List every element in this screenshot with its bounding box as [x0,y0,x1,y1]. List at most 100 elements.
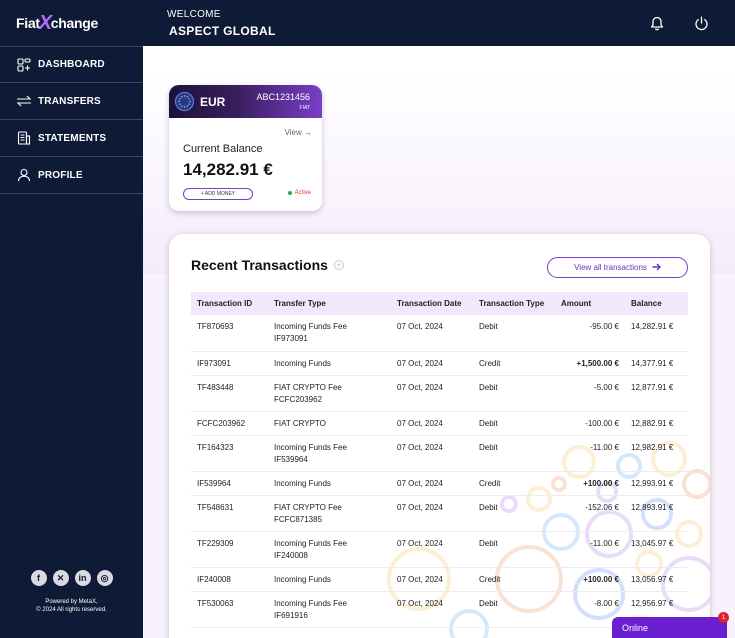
top-actions [650,16,735,31]
cell-transfer: Incoming Funds Fee IF691916 [268,591,391,627]
statements-icon [16,130,32,146]
cell-type: Debit [479,322,498,331]
cell-type: Debit [479,418,498,428]
online-chat-widget[interactable]: Online 1 [612,612,729,638]
cell-type: Debit [479,502,498,512]
col-transaction-type: Transaction Type [479,299,545,308]
nav-label: STATEMENTS [38,132,107,144]
cell-id: TF870693 [197,322,234,331]
account-card: EUR ABC1231456 FIAT View → Current Balan… [169,85,322,211]
table-row[interactable]: TF164323 Incoming Funds Fee IF539964 07 O… [191,435,688,471]
facebook-icon[interactable]: f [30,570,47,586]
table-row[interactable]: IF539964 Incoming Funds 07 Oct, 2024 Cre… [191,471,688,495]
nav-item-dashboard[interactable]: DASHBOARD [0,46,143,83]
cell-date: 07 Oct, 2024 [397,418,443,428]
col-transfer-type: Transfer Type [274,299,326,308]
view-all-transactions-button[interactable]: View all transactions [547,257,688,278]
status-dot [287,191,292,195]
footer-text: Powered by MetaX, © 2024 All rights rese… [0,598,143,614]
nav-item-transfers[interactable]: TRANSFERS [0,83,143,120]
user-name: ASPECT GLOBAL [169,23,276,38]
power-icon[interactable] [694,16,709,31]
cell-amount: -95.00 € [589,322,619,331]
cell-transfer: FIAT CRYPTO Fee FCFC871385 [268,495,391,531]
powered-by: Powered by MetaX, [45,599,98,605]
col-transaction-id: Transaction ID [197,299,253,308]
transfer-type: Incoming Funds Fee [274,442,347,452]
table-row[interactable]: IF240008 Incoming Funds 07 Oct, 2024 Cre… [191,567,688,591]
transfer-arrows-icon [16,93,32,109]
view-account-link[interactable]: View → [285,128,312,137]
transfer-type: Incoming Funds Fee [274,598,347,608]
cell-type: Debit [479,598,498,608]
balance-value: 14,282.91 € [183,160,273,179]
transfer-ref: FCFC871385 [274,514,323,524]
nav-label: DASHBOARD [38,59,105,70]
nav-item-statements[interactable]: STATEMENTS [0,120,143,157]
logo-text-right: change [50,15,99,31]
view-all-label: View all transactions [574,263,647,272]
welcome-block: WELCOME ASPECT GLOBAL [167,9,276,38]
cell-balance: 14,377.91 € [631,358,674,368]
transfer-type: FIAT CRYPTO Fee [274,502,342,512]
cell-balance: 14,282.91 € [631,322,674,331]
balance-label: Current Balance [183,143,263,155]
col-balance: Balance [631,299,662,308]
cell-balance: 12,993.91 € [631,478,674,488]
cell-transfer: Incoming Funds Fee IF240008 [268,531,391,567]
account-number: ABC1231456 [256,92,310,102]
cell-balance: 13,056.97 € [631,574,674,584]
cell-id: IF240008 [197,574,231,584]
add-money-button[interactable]: + ADD MONEY [183,188,253,200]
cell-date: 07 Oct, 2024 [397,382,443,392]
sidebar: DASHBOARD TRANSFERS STATEMENTS PROFILE f… [0,46,143,638]
table-row[interactable]: TF229309 Incoming Funds Fee IF240008 07 O… [191,531,688,567]
fiatxchange-logo[interactable]: Fiat Xchange [0,12,143,35]
transfer-ref: IF691916 [274,610,308,620]
table-row[interactable]: TF483448 FIAT CRYPTO Fee FCFC203962 07 Oc… [191,375,688,411]
cell-date: 07 Oct, 2024 [397,322,443,331]
cell-date: 07 Oct, 2024 [397,358,443,368]
info-icon[interactable]: + [333,260,344,270]
cell-date: 07 Oct, 2024 [397,442,443,452]
cell-transfer: Incoming Funds Fee IF539964 [268,435,391,471]
col-amount: Amount [561,299,592,308]
cell-balance: 12,982.91 € [631,442,674,452]
nav-item-profile[interactable]: PROFILE [0,157,143,194]
cell-transfer: Incoming Funds [268,471,391,495]
transactions-table: Transaction ID Transfer Type Transaction… [191,292,688,628]
table-row[interactable]: TF870693 Incoming Funds Fee IF973091 07 O… [191,315,688,351]
logo-text-left: Fiat [16,15,40,31]
cell-type: Debit [479,382,498,392]
dashboard-icon [16,57,32,73]
cell-transfer: Incoming Funds [268,567,391,591]
cell-id: FCFC203962 [197,418,246,428]
x-icon[interactable]: ✕ [52,570,69,586]
transfer-type: Incoming Funds Fee [274,538,347,548]
copyright: © 2024 All rights reserved. [36,607,107,613]
cell-id: TF483448 [197,382,234,392]
cell-transfer: FIAT CRYPTO [268,411,391,435]
cell-transfer: Incoming Funds [268,351,391,375]
bell-icon[interactable] [650,16,664,31]
table-row[interactable]: IF973091 Incoming Funds 07 Oct, 2024 Cre… [191,351,688,375]
cell-type: Debit [479,538,498,548]
eu-flag-icon [175,92,194,111]
transfer-ref: IF539964 [274,454,308,464]
transfer-type: FIAT CRYPTO [274,418,326,428]
cell-id: IF973091 [197,358,231,368]
cell-balance: 12,877.91 € [631,382,674,392]
table-row[interactable]: TF548631 FIAT CRYPTO Fee FCFC871385 07 Oc… [191,495,688,531]
cell-id: TF164323 [197,442,234,452]
recent-transactions-title: Recent Transactions + [191,257,344,273]
instagram-icon[interactable]: ◎ [96,570,113,586]
table-header-row: Transaction ID Transfer Type Transaction… [191,292,688,315]
table-row[interactable]: FCFC203962 FIAT CRYPTO 07 Oct, 2024 Debi… [191,411,688,435]
user-icon [16,167,32,183]
linkedin-icon[interactable]: in [74,570,91,586]
cell-type: Credit [479,574,501,584]
account-currency: EUR [200,94,226,109]
notification-badge: 1 [718,612,729,623]
col-transaction-date: Transaction Date [397,299,462,308]
transfer-ref: IF240008 [274,550,308,560]
